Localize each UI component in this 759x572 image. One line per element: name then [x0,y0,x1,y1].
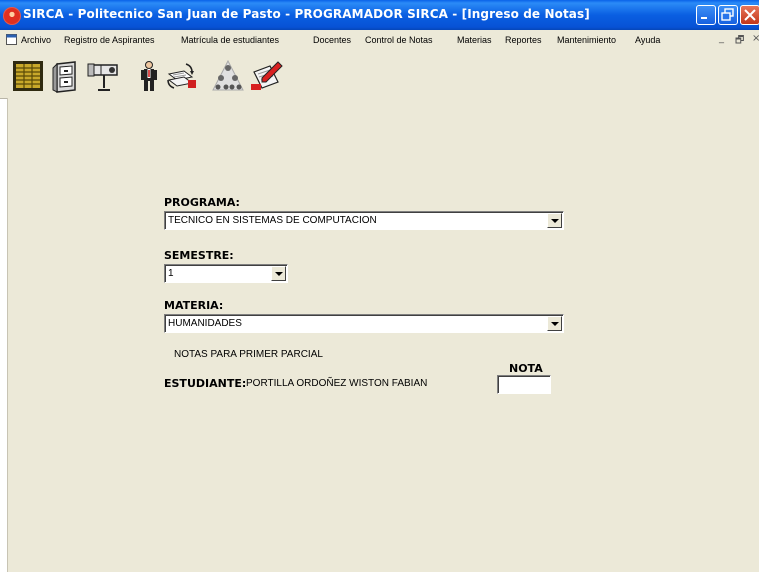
chevron-down-icon [551,322,559,326]
restore-icon [721,8,734,21]
menu-archivo[interactable]: Archivo [21,35,51,45]
menu-mantenimiento[interactable]: Mantenimiento [557,35,616,45]
nota-input[interactable] [497,375,551,394]
menu-registro-aspirantes[interactable]: Registro de Aspirantes [64,35,155,45]
materia-dropdown-button[interactable] [547,316,562,331]
filing-cabinet-icon[interactable] [48,58,84,94]
window-title: SIRCA - Politecnico San Juan de Pasto - … [23,7,590,21]
parcial-text: NOTAS PARA PRIMER PARCIAL [174,349,323,360]
restore-button[interactable] [718,5,738,25]
hierarchy-icon[interactable] [210,58,246,94]
materia-value: HUMANIDADES [168,318,242,329]
document-transfer-icon[interactable] [164,58,200,94]
menu-reportes[interactable]: Reportes [505,35,542,45]
semestre-value: 1 [168,268,174,279]
programa-combo[interactable]: TECNICO EN SISTEMAS DE COMPUTACION [164,211,564,230]
semestre-dropdown-button[interactable] [271,266,286,281]
menu-matricula-estudiantes[interactable]: Matrícula de estudiantes [181,35,279,45]
menu-control-notas[interactable]: Control de Notas [365,35,433,45]
programa-label: PROGRAMA: [164,196,240,209]
chevron-down-icon [551,219,559,223]
estudiante-name: PORTILLA ORDOÑEZ WISTON FABIAN [246,378,428,389]
sirca-app-icon[interactable] [3,7,21,25]
materia-combo[interactable]: HUMANIDADES [164,314,564,333]
ledger-icon[interactable] [10,58,46,94]
mdi-child-icon[interactable] [6,34,17,45]
chevron-down-icon [275,272,283,276]
semestre-label: SEMESTRE: [164,249,234,262]
mdi-close-button[interactable]: × [752,33,759,44]
menu-ayuda[interactable]: Ayuda [635,35,660,45]
minimize-icon [701,17,707,19]
menu-bar: Archivo Registro de Aspirantes Matrícula… [0,30,759,50]
menu-docentes[interactable]: Docentes [313,35,351,45]
toolbar [0,50,759,99]
nota-header: NOTA [509,362,543,375]
menu-materias[interactable]: Materias [457,35,492,45]
form-area: PROGRAMA: TECNICO EN SISTEMAS DE COMPUTA… [7,98,759,572]
semestre-combo[interactable]: 1 [164,264,288,283]
close-icon [744,9,756,21]
mdi-minimize-button[interactable]: _ [719,33,724,44]
programa-value: TECNICO EN SISTEMAS DE COMPUTACION [168,215,377,226]
title-bar[interactable]: SIRCA - Politecnico San Juan de Pasto - … [0,0,759,30]
mdi-restore-button[interactable]: 🗗 [735,33,744,50]
person-icon[interactable] [131,58,167,94]
materia-label: MATERIA: [164,299,224,312]
close-button[interactable] [740,5,759,25]
projector-icon[interactable] [85,58,121,94]
programa-dropdown-button[interactable] [547,213,562,228]
minimize-button[interactable] [696,5,716,25]
notes-edit-icon[interactable] [248,58,284,94]
estudiante-label: ESTUDIANTE: [164,377,247,390]
